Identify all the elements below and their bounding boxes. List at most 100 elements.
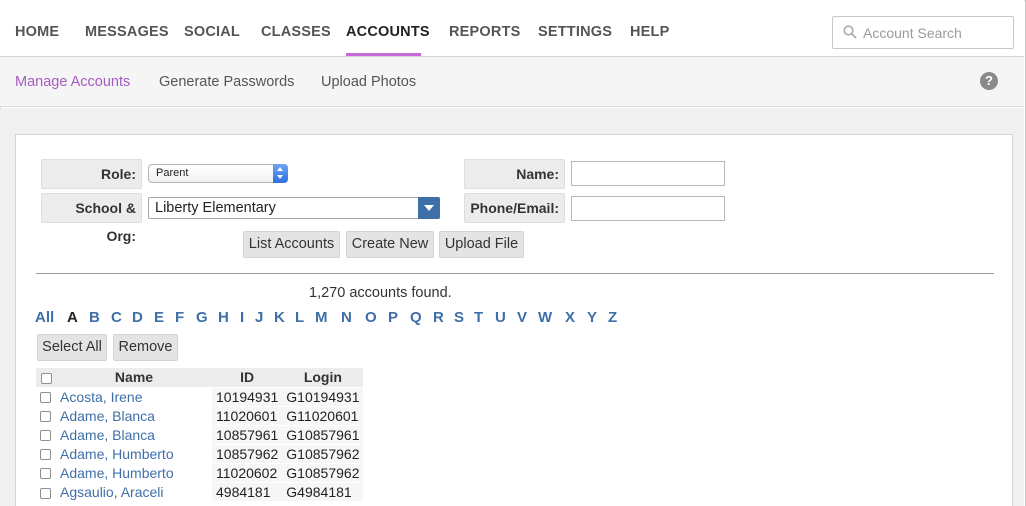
account-id: 10194931 — [212, 386, 283, 406]
search-icon — [843, 25, 857, 39]
sub-nav: Manage Accounts Generate Passwords Uploa… — [0, 57, 1024, 107]
nav-reports[interactable]: REPORTS — [449, 24, 521, 40]
account-login: G4984181 — [282, 481, 364, 501]
letter-filter-h[interactable]: H — [218, 309, 229, 326]
role-select[interactable]: Parent — [148, 164, 288, 183]
table-header-row: Name ID Login — [36, 368, 364, 387]
letter-filter-r[interactable]: R — [433, 309, 444, 326]
nav-accounts[interactable]: ACCOUNTS — [346, 24, 430, 40]
letter-filter-l[interactable]: L — [295, 309, 304, 326]
row-checkbox-cell — [36, 443, 56, 463]
letter-filter-x[interactable]: X — [565, 309, 575, 326]
letter-filter-a[interactable]: A — [67, 309, 78, 326]
section-divider — [36, 273, 994, 274]
subnav-generate-passwords[interactable]: Generate Passwords — [159, 74, 294, 90]
remove-button[interactable]: Remove — [113, 334, 178, 361]
row-checkbox[interactable] — [40, 430, 51, 442]
nav-social[interactable]: SOCIAL — [184, 24, 240, 40]
role-select-value: Parent — [156, 167, 189, 179]
letter-filter-z[interactable]: Z — [608, 309, 617, 326]
school-org-select-value: Liberty Elementary — [155, 200, 276, 216]
column-header-name[interactable]: Name — [56, 368, 212, 387]
row-checkbox-cell — [36, 424, 56, 444]
row-checkbox-cell — [36, 405, 56, 425]
table-row: Adame, Blanca 11020601 G11020601 — [36, 405, 364, 425]
role-label: Role: — [41, 159, 142, 189]
account-id: 4984181 — [212, 481, 283, 501]
letter-filter-w[interactable]: W — [538, 309, 552, 326]
nav-classes[interactable]: CLASSES — [261, 24, 331, 40]
account-id: 11020601 — [212, 405, 283, 425]
name-input[interactable] — [571, 161, 725, 186]
account-login: G10194931 — [282, 386, 364, 406]
nav-home[interactable]: HOME — [15, 24, 59, 40]
account-name-link[interactable]: Adame, Humberto — [56, 443, 212, 463]
row-checkbox[interactable] — [40, 392, 51, 404]
account-name-link[interactable]: Adame, Blanca — [56, 424, 212, 444]
account-search-box[interactable] — [832, 16, 1014, 49]
account-search-input[interactable] — [863, 23, 1008, 43]
letter-filter-q[interactable]: Q — [410, 309, 422, 326]
letter-filter-p[interactable]: P — [388, 309, 398, 326]
table-row: Adame, Humberto 10857962 G10857962 — [36, 443, 364, 463]
account-login: G11020601 — [282, 405, 364, 425]
row-checkbox-cell — [36, 481, 56, 501]
letter-filter-o[interactable]: O — [365, 309, 377, 326]
list-accounts-button[interactable]: List Accounts — [243, 231, 340, 258]
subnav-manage-accounts[interactable]: Manage Accounts — [15, 74, 130, 90]
row-checkbox[interactable] — [40, 449, 51, 461]
column-header-login[interactable]: Login — [282, 368, 364, 387]
letter-filter-t[interactable]: T — [474, 309, 483, 326]
phone-email-input[interactable] — [571, 196, 725, 221]
row-checkbox[interactable] — [40, 411, 51, 423]
column-header-id[interactable]: ID — [212, 368, 283, 387]
name-label: Name: — [464, 159, 565, 189]
account-id: 10857962 — [212, 443, 283, 463]
letter-filter-s[interactable]: S — [454, 309, 464, 326]
letter-filter-all[interactable]: All — [35, 309, 54, 326]
letter-filter-v[interactable]: V — [517, 309, 527, 326]
select-all-checkbox[interactable] — [40, 373, 52, 385]
account-name-link[interactable]: Agsaulio, Araceli — [56, 481, 212, 501]
letter-filter-d[interactable]: D — [132, 309, 143, 326]
school-org-label: School & Org: — [41, 193, 142, 244]
accounts-panel: Role: Parent School & Org: Liberty Eleme… — [15, 134, 1013, 506]
accounts-table: Name ID Login Acosta, Irene 10194931 G10… — [36, 368, 364, 501]
row-checkbox[interactable] — [40, 468, 51, 480]
stepper-arrows-icon — [273, 164, 288, 183]
create-new-button[interactable]: Create New — [346, 231, 434, 258]
nav-help[interactable]: HELP — [630, 24, 669, 40]
account-name-link[interactable]: Adame, Blanca — [56, 405, 212, 425]
letter-filter-n[interactable]: N — [341, 309, 352, 326]
subnav-upload-photos[interactable]: Upload Photos — [321, 74, 416, 90]
account-login: G10857962 — [282, 443, 364, 463]
letter-filter-i[interactable]: I — [240, 309, 244, 326]
select-all-button[interactable]: Select All — [37, 334, 107, 361]
nav-settings[interactable]: SETTINGS — [538, 24, 612, 40]
top-nav: HOME MESSAGES SOCIAL CLASSES ACCOUNTS RE… — [0, 0, 1024, 57]
letter-filter-m[interactable]: M — [315, 309, 328, 326]
account-name-link[interactable]: Adame, Humberto — [56, 462, 212, 482]
row-checkbox-cell — [36, 386, 56, 406]
letter-filter-j[interactable]: J — [255, 309, 263, 326]
row-checkbox-cell — [36, 462, 56, 482]
active-tab-indicator — [346, 53, 421, 56]
letter-filter-b[interactable]: B — [89, 309, 100, 326]
letter-filter-u[interactable]: U — [495, 309, 506, 326]
letter-filter-c[interactable]: C — [111, 309, 122, 326]
table-row: Acosta, Irene 10194931 G10194931 — [36, 386, 364, 406]
table-row: Adame, Blanca 10857961 G10857961 — [36, 424, 364, 444]
account-name-link[interactable]: Acosta, Irene — [56, 386, 212, 406]
help-icon[interactable]: ? — [980, 72, 998, 90]
chevron-down-icon — [418, 197, 440, 219]
letter-filter-g[interactable]: G — [196, 309, 208, 326]
nav-messages[interactable]: MESSAGES — [85, 24, 169, 40]
row-checkbox[interactable] — [40, 487, 51, 499]
letter-filter-e[interactable]: E — [154, 309, 164, 326]
upload-file-button[interactable]: Upload File — [439, 231, 524, 258]
letter-filter-k[interactable]: K — [274, 309, 285, 326]
content-area: Role: Parent School & Org: Liberty Eleme… — [0, 108, 1024, 506]
letter-filter-y[interactable]: Y — [587, 309, 597, 326]
letter-filter-f[interactable]: F — [175, 309, 184, 326]
school-org-select[interactable]: Liberty Elementary — [148, 197, 440, 219]
